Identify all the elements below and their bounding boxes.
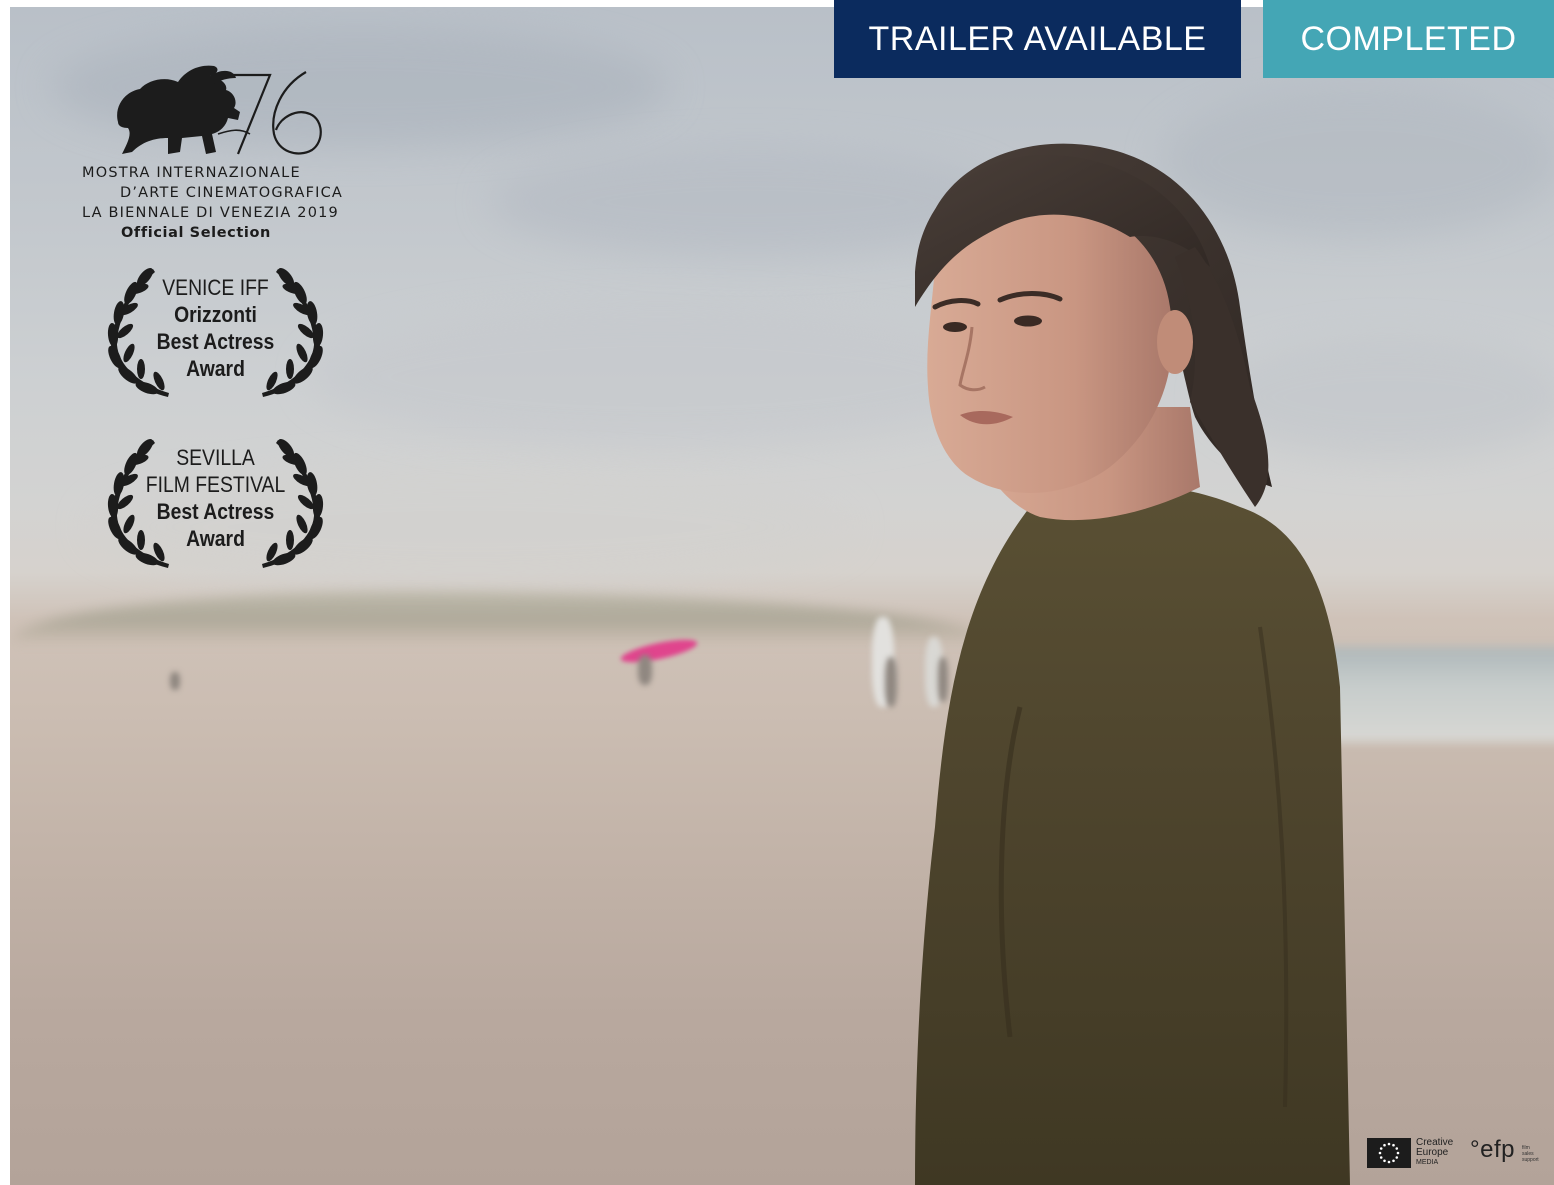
- venice-line-4: Official Selection: [121, 225, 271, 241]
- laurel-sevilla: SEVILLA FILM FESTIVAL Best Actress Award: [103, 436, 328, 571]
- laurel-venice-line-1: VENICE IFF: [162, 275, 269, 300]
- laurel-venice-line-2: Orizzonti: [174, 302, 257, 327]
- creative-europe-logo: Creative Europe MEDIA: [1367, 1138, 1459, 1170]
- venice-biennale-text: MOSTRA INTERNAZIONALE D’ARTE CINEMATOGRA…: [82, 163, 343, 243]
- efp-wordmark: °efp: [1470, 1136, 1515, 1163]
- venice-line-1: MOSTRA INTERNAZIONALE: [82, 165, 301, 181]
- venice-line-3: LA BIENNALE DI VENEZIA 2019: [82, 205, 339, 221]
- completed-badge: COMPLETED: [1263, 0, 1554, 78]
- laurel-sevilla-line-2: FILM FESTIVAL: [145, 472, 286, 497]
- laurel-sevilla-line-4: Award: [186, 526, 245, 551]
- trailer-available-label: TRAILER AVAILABLE: [868, 19, 1207, 58]
- creative-europe-line-3: MEDIA: [1416, 1159, 1439, 1166]
- trailer-available-badge: TRAILER AVAILABLE: [834, 0, 1241, 78]
- laurel-sevilla-line-3: Best Actress: [156, 499, 275, 524]
- venice-biennale-logo: MOSTRA INTERNAZIONALE D’ARTE CINEMATOGRA…: [82, 60, 362, 245]
- poster-page: TRAILER AVAILABLE COMPLETED MOSTRA INTER…: [0, 0, 1554, 1185]
- laurel-venice-iff: VENICE IFF Orizzonti Best Actress Award: [103, 265, 328, 400]
- eu-stars-icon: [1367, 1138, 1411, 1168]
- laurel-sevilla-text: SEVILLA FILM FESTIVAL Best Actress Award: [103, 444, 328, 552]
- efp-logo: °efp film sales support: [1470, 1136, 1548, 1169]
- efp-sub-3: support: [1522, 1157, 1539, 1163]
- laurel-venice-text: VENICE IFF Orizzonti Best Actress Award: [103, 274, 328, 382]
- creative-europe-text: Creative Europe MEDIA: [1416, 1138, 1453, 1167]
- winged-lion-icon: [117, 65, 322, 155]
- laurel-sevilla-line-1: SEVILLA: [176, 445, 255, 470]
- efp-subtext: film sales support: [1522, 1145, 1539, 1163]
- venice-line-2: D’ARTE CINEMATOGRAFICA: [120, 185, 344, 201]
- creative-europe-line-2: Europe: [1416, 1147, 1449, 1158]
- laurel-venice-line-4: Award: [186, 356, 245, 381]
- completed-label: COMPLETED: [1300, 19, 1517, 58]
- laurel-venice-line-3: Best Actress: [156, 329, 275, 354]
